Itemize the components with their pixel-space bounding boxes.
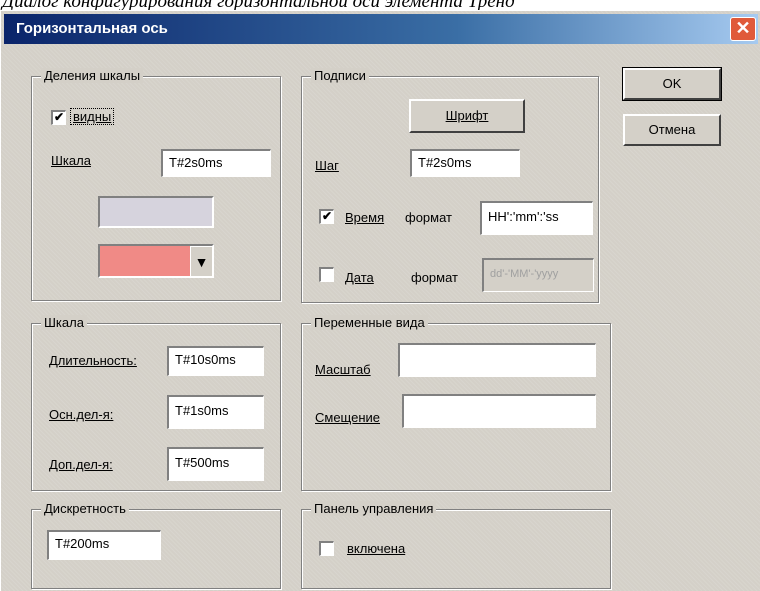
ok-button[interactable]: OK [622, 67, 722, 101]
chevron-down-icon[interactable]: ▼ [190, 246, 212, 276]
step-input[interactable]: T#2s0ms [410, 149, 520, 177]
check-icon: ✔ [53, 110, 65, 124]
font-button-label: Шрифт [445, 108, 489, 123]
horizontal-axis-dialog: Горизонтальная ось ✕ Деления шкалы ✔ вид… [0, 10, 760, 591]
close-icon: ✕ [735, 18, 751, 38]
main-divisions-input[interactable]: T#1s0ms [167, 395, 264, 429]
resolution-input[interactable]: T#200ms [47, 530, 161, 560]
resolution-group-title: Дискретность [41, 501, 129, 516]
labels-group-title: Подписи [311, 68, 369, 83]
time-format-label: формат [405, 210, 452, 225]
view-scale-input[interactable] [398, 343, 596, 377]
tick-scale-input[interactable]: T#2s0ms [161, 149, 271, 177]
time-checkbox[interactable]: ✔ [319, 209, 334, 224]
tick-color-swatch[interactable] [98, 196, 214, 228]
window-title: Горизонтальная ось [16, 20, 168, 37]
tick-marks-group-title: Деления шкалы [41, 68, 144, 83]
view-scale-label: Масштаб [315, 362, 371, 377]
date-format-label: формат [411, 270, 458, 285]
scale-group-title: Шкала [41, 315, 87, 330]
time-label: Время [345, 210, 385, 225]
tick-scale-label: Шкала [51, 153, 91, 168]
control-panel-group-title: Панель управления [311, 501, 437, 516]
aux-divisions-label: Доп.дел-я: [49, 457, 113, 472]
date-format-input[interactable]: dd'-'MM'-'yyyy [482, 258, 594, 292]
duration-label: Длительность: [49, 353, 137, 368]
view-variables-group-title: Переменные вида [311, 315, 428, 330]
ticks-visible-label: видны [69, 108, 115, 125]
view-offset-label: Смещение [315, 410, 381, 425]
tick-color-dropdown[interactable]: ▼ [98, 244, 214, 278]
font-button[interactable]: Шрифт [409, 99, 525, 133]
tick-scale-label-text: Шкала [51, 153, 91, 168]
view-offset-input[interactable] [402, 394, 596, 428]
duration-input[interactable]: T#10s0ms [167, 346, 264, 376]
control-panel-enabled-label: включена [347, 541, 406, 556]
title-bar[interactable]: Горизонтальная ось ✕ [4, 14, 758, 44]
aux-divisions-input[interactable]: T#500ms [167, 447, 264, 481]
check-icon: ✔ [321, 209, 333, 223]
date-checkbox[interactable] [319, 267, 334, 282]
time-format-input[interactable]: HH':'mm':'ss [480, 201, 593, 235]
step-label: Шаг [315, 158, 339, 173]
date-label: Дата [345, 270, 374, 285]
ticks-visible-checkbox[interactable]: ✔ [51, 110, 66, 125]
control-panel-enabled-checkbox[interactable] [319, 541, 334, 556]
main-divisions-label: Осн.дел-я: [49, 407, 114, 422]
cancel-button[interactable]: Отмена [623, 114, 721, 146]
close-button[interactable]: ✕ [730, 17, 756, 41]
